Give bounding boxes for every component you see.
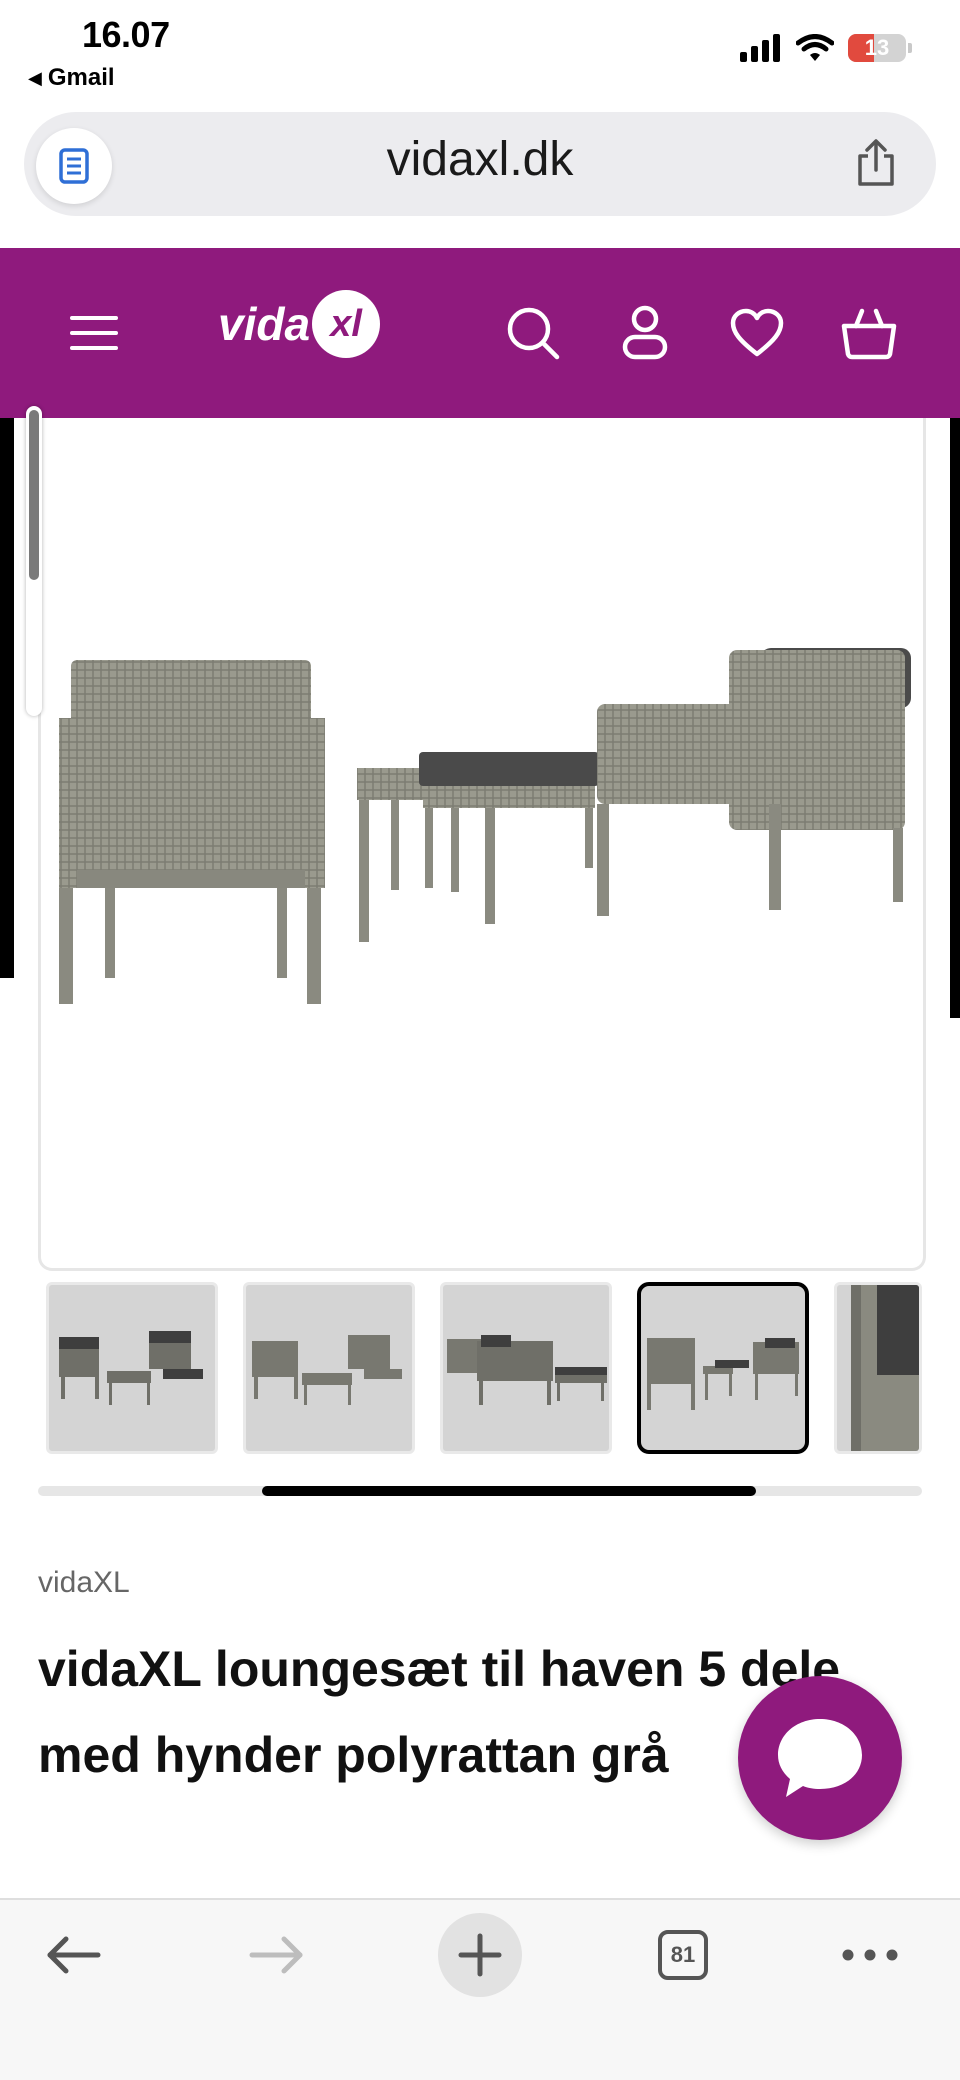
scroll-thumb[interactable] [29, 410, 39, 580]
chat-bubble-icon [778, 1719, 862, 1797]
thumbnail-image [647, 1338, 799, 1410]
thumbnail-4[interactable] [637, 1282, 809, 1454]
user-icon [622, 305, 668, 360]
arrow-left-icon [47, 1936, 101, 1974]
tabs-button[interactable]: 81 [652, 1900, 714, 2010]
page-edge-right [950, 418, 960, 1018]
product-main-image[interactable] [38, 418, 926, 1271]
thumbnail-5[interactable] [834, 1282, 922, 1454]
account-button[interactable] [612, 248, 678, 418]
chat-button[interactable] [738, 1676, 902, 1840]
status-time: 16.07 [82, 14, 170, 55]
search-icon [507, 307, 560, 360]
hamburger-menu-icon [70, 316, 118, 350]
cart-button[interactable] [834, 248, 904, 418]
site-header [0, 248, 960, 418]
wifi-icon [796, 34, 834, 61]
logo-text: vida [218, 298, 311, 350]
more-options-button[interactable] [838, 1900, 902, 2010]
back-triangle-icon: ◀ [28, 67, 42, 88]
back-button[interactable] [38, 1900, 108, 2010]
thumbnail-image [447, 1335, 607, 1405]
thumbnail-image [851, 1285, 919, 1451]
menu-button[interactable] [62, 248, 126, 418]
tab-count: 81 [658, 1930, 708, 1980]
forward-button[interactable] [242, 1900, 312, 2010]
url-text[interactable]: vidaxl.dk [0, 132, 960, 187]
thumbnail-image [59, 1331, 203, 1405]
share-button[interactable] [854, 138, 898, 193]
search-button[interactable] [500, 248, 566, 418]
vertical-scroll-indicator[interactable] [26, 406, 42, 716]
back-app-label: Gmail [47, 64, 115, 91]
battery-indicator: 13 [848, 34, 906, 62]
battery-level: 13 [864, 35, 890, 60]
carousel-scrollbar-thumb[interactable] [262, 1486, 756, 1496]
thumbnail-image [252, 1335, 402, 1405]
new-tab-button[interactable] [436, 1900, 524, 2010]
back-to-app-link[interactable]: ◀ Gmail [28, 64, 115, 92]
product-brand-link[interactable]: vidaXL [38, 1566, 130, 1600]
thumbnail-1[interactable] [46, 1282, 218, 1454]
status-icons: 13 [740, 34, 912, 62]
share-icon [858, 139, 894, 186]
vidaxl-logo[interactable]: vida xl [218, 290, 381, 358]
plus-icon [458, 1933, 502, 1977]
page-edge-left [0, 418, 14, 978]
more-dots-icon [842, 1949, 898, 1961]
arrow-right-icon [249, 1936, 303, 1974]
cellular-signal-icon [740, 34, 780, 62]
logo-mark: xl [312, 290, 381, 358]
wishlist-button[interactable] [722, 248, 792, 418]
furniture-set-image [59, 648, 911, 1004]
shopping-basket-icon [841, 308, 897, 360]
thumbnail-2[interactable] [243, 1282, 415, 1454]
heart-icon [730, 308, 784, 357]
thumbnail-3[interactable] [440, 1282, 612, 1454]
